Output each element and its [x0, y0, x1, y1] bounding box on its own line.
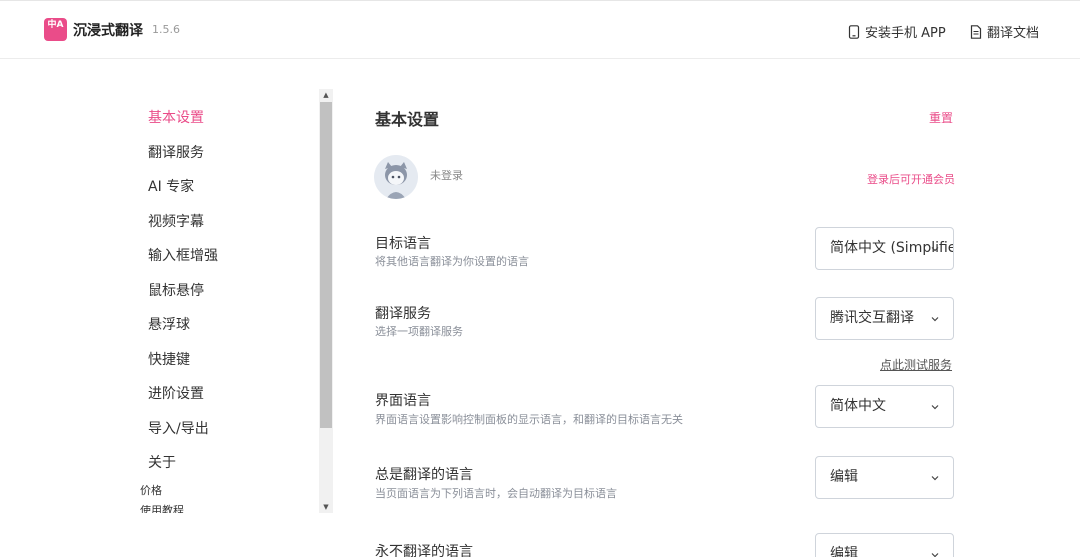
- sidebar-item-ai-expert[interactable]: AI 专家: [148, 176, 194, 196]
- target-language-desc: 将其他语言翻译为你设置的语言: [375, 255, 529, 268]
- sidebar-item-floating-ball[interactable]: 悬浮球: [148, 314, 190, 334]
- chevron-down-icon: [931, 476, 939, 481]
- login-status-text: 未登录: [430, 169, 463, 182]
- docs-link[interactable]: 翻译文档: [970, 22, 1039, 41]
- interface-language-desc: 界面语言设置影响控制面板的显示语言，和翻译的目标语言无关: [375, 413, 683, 426]
- settings-sidebar: 基本设置 翻译服务 AI 专家 视频字幕 输入框增强 鼠标悬停 悬浮球 快捷键 …: [140, 91, 320, 513]
- avatar-icon[interactable]: [374, 155, 418, 199]
- always-translate-desc: 当页面语言为下列语言时，会自动翻译为目标语言: [375, 487, 617, 500]
- scroll-thumb[interactable]: [320, 102, 332, 428]
- chevron-down-icon: [931, 405, 939, 410]
- scroll-down-arrow-icon[interactable]: ▼: [319, 501, 333, 513]
- test-service-link[interactable]: 点此测试服务: [880, 356, 952, 373]
- sidebar-item-import-export[interactable]: 导入/导出: [148, 418, 209, 438]
- scroll-up-arrow-icon[interactable]: ▲: [319, 89, 333, 101]
- install-app-link[interactable]: 安装手机 APP: [848, 22, 946, 41]
- chevron-down-icon: [931, 317, 939, 322]
- always-translate-label: 总是翻译的语言: [375, 467, 473, 483]
- translation-service-label: 翻译服务: [375, 306, 431, 322]
- app-logo-icon: 中A: [44, 18, 67, 41]
- sidebar-item-pricing[interactable]: 价格: [140, 482, 162, 498]
- reset-button[interactable]: 重置: [929, 109, 953, 126]
- interface-language-label: 界面语言: [375, 393, 431, 409]
- sidebar-scrollbar[interactable]: ▲ ▼: [319, 89, 333, 513]
- sidebar-item-advanced[interactable]: 进阶设置: [148, 383, 204, 403]
- app-version: 1.5.6: [152, 23, 180, 36]
- sidebar-item-basic-settings[interactable]: 基本设置: [148, 107, 204, 127]
- install-app-label: 安装手机 APP: [865, 26, 946, 41]
- top-header: 中A 沉浸式翻译 1.5.6 安装手机 APP 翻译文档: [0, 0, 1080, 59]
- sidebar-item-tutorial[interactable]: 使用教程: [140, 502, 184, 513]
- chevron-down-icon: [931, 553, 939, 557]
- sidebar-item-mouse-hover[interactable]: 鼠标悬停: [148, 280, 204, 300]
- login-membership-link[interactable]: 登录后可开通会员: [867, 171, 955, 187]
- translation-service-desc: 选择一项翻译服务: [375, 325, 463, 338]
- document-icon: [970, 24, 982, 39]
- sidebar-item-about[interactable]: 关于: [148, 452, 176, 472]
- sidebar-item-video-subtitles[interactable]: 视频字幕: [148, 211, 204, 231]
- page-title: 基本设置: [375, 110, 440, 129]
- never-translate-label: 永不翻译的语言: [375, 544, 473, 557]
- docs-label: 翻译文档: [987, 26, 1040, 41]
- sidebar-item-input-enhance[interactable]: 输入框增强: [148, 245, 218, 265]
- app-name: 沉浸式翻译: [73, 23, 143, 39]
- chevron-down-icon: [931, 247, 939, 252]
- target-language-label: 目标语言: [375, 236, 431, 252]
- phone-icon: [848, 24, 860, 39]
- sidebar-item-translation-service[interactable]: 翻译服务: [148, 142, 204, 162]
- sidebar-item-shortcuts[interactable]: 快捷键: [148, 349, 190, 369]
